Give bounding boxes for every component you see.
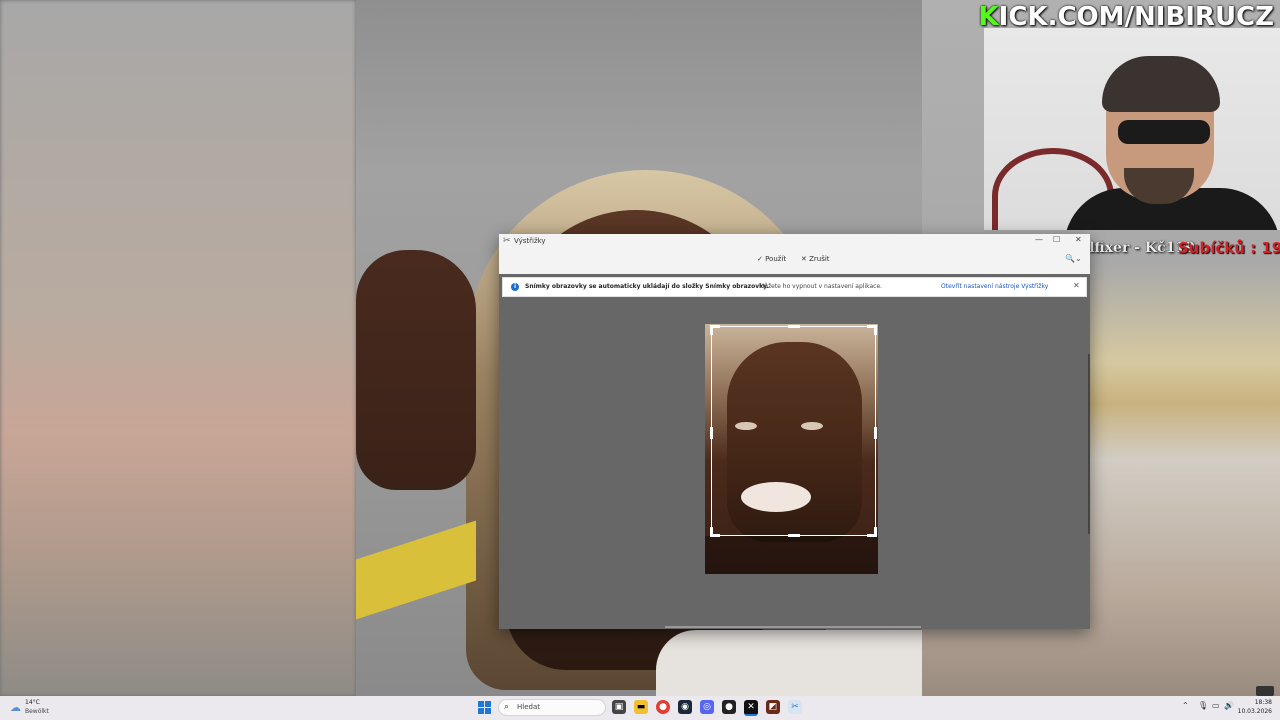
taskbar: ☁ 14°C Bewölkt ⌕ Hledat ▣ ▬ ● ◉ ◎ ● ✕ ◩ … [0,696,1280,720]
window-title: Výstřižky [514,237,546,245]
crop-handle-bottom[interactable] [788,534,800,537]
windows-start-icon[interactable] [478,701,491,714]
webcam-hair [1102,56,1220,112]
open-settings-link[interactable]: Otevřít nastavení nástroje Výstřižky [941,283,1048,290]
edit-canvas [499,300,1090,626]
crop-handle-right[interactable] [874,427,877,439]
notification-badge [1256,686,1274,696]
steam-icon[interactable]: ◉ [678,700,692,714]
capcut-icon[interactable]: ✕ [744,700,758,716]
taskbar-search[interactable]: ⌕ Hledat [498,699,606,716]
snipping-tool-window: ✂ Výstřižky — ☐ ✕ ✓ Použít ✕ Zrušit 🔍⌄ i… [499,234,1090,629]
cancel-button[interactable]: ✕ Zrušit [801,255,830,263]
info-icon: i [511,283,519,291]
crop-handle-bottom-left[interactable] [710,527,720,537]
weather-description[interactable]: Bewölkt [25,708,49,715]
crop-handle-bottom-right[interactable] [867,527,877,537]
info-message: Můžete ho vypnout v nastavení aplikace. [759,283,883,290]
obs-icon[interactable]: ● [722,700,736,714]
chrome-icon[interactable]: ● [656,700,670,714]
crop-handle-top[interactable] [788,325,800,328]
app-icon[interactable]: ◩ [766,700,780,714]
horizontal-scrollbar[interactable] [665,626,921,628]
subs-counter: Subíčků : 19 [1178,239,1280,257]
video-hand-shape [356,250,476,490]
crop-handle-top-left[interactable] [710,325,720,335]
task-view-icon[interactable]: ▣ [612,700,626,714]
scissors-icon: ✂ [503,236,511,246]
info-banner: i Snímky obrazovky se automaticky ukláda… [502,277,1087,297]
snipping-tool-icon[interactable]: ✂ [788,700,802,714]
minimize-button[interactable]: — [1035,235,1043,244]
clock-time[interactable]: 18:38 [1240,699,1272,706]
info-message-bold: Snímky obrazovky se automaticky ukládají… [525,283,769,290]
crop-dim-overlay [705,536,878,574]
vertical-scrollbar[interactable] [1088,354,1090,534]
chevron-up-icon[interactable]: ⌃ [1182,701,1189,710]
crop-handle-left[interactable] [710,427,713,439]
file-explorer-icon[interactable]: ▬ [634,700,648,714]
search-placeholder: Hledat [517,703,540,711]
video-shirt-shape [656,630,922,696]
crop-handle-top-right[interactable] [867,325,877,335]
search-icon: ⌕ [504,702,510,712]
cloud-icon[interactable]: ☁ [10,701,21,714]
window-titlebar: ✂ Výstřižky — ☐ ✕ ✓ Použít ✕ Zrušit 🔍⌄ [499,234,1090,274]
volume-icon[interactable]: 🔊 [1224,701,1234,710]
background-blur-left [0,0,356,696]
apply-button[interactable]: ✓ Použít [757,255,786,263]
network-icon[interactable]: ▭ [1212,701,1220,710]
maximize-button[interactable]: ☐ [1053,235,1060,244]
discord-icon[interactable]: ◎ [700,700,714,714]
webcam-sunglasses [1118,120,1210,144]
microphone-icon[interactable]: 🎙 [1198,701,1208,710]
road-marking [356,520,476,620]
streamer-webcam [984,28,1280,230]
info-close-icon[interactable]: ✕ [1073,281,1080,290]
weather-temperature[interactable]: 14°C [25,699,40,706]
clock-date[interactable]: 10.03.2026 [1236,708,1272,715]
zoom-icon[interactable]: 🔍⌄ [1065,254,1082,263]
close-button[interactable]: ✕ [1075,235,1082,244]
crop-frame[interactable] [710,325,877,537]
